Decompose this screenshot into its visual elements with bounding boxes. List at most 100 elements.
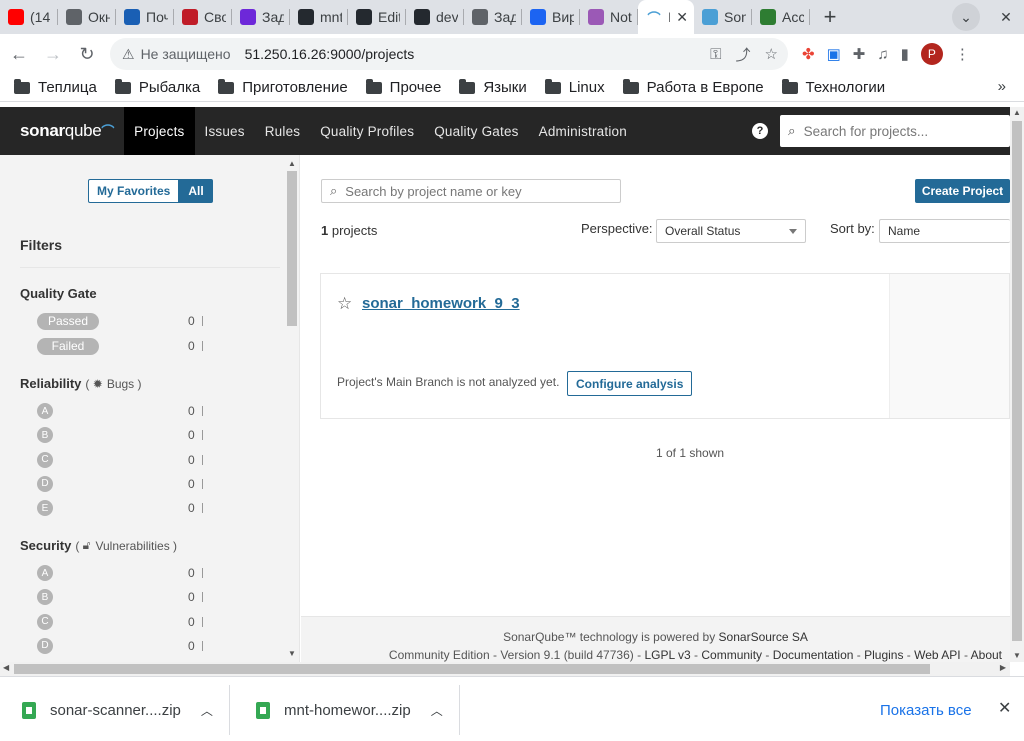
bookmark-label: Технологии xyxy=(805,79,886,96)
profile-avatar[interactable]: P xyxy=(920,43,943,65)
nav-item-administration[interactable]: Administration xyxy=(529,107,637,155)
footer-link[interactable]: Plugins xyxy=(864,648,903,662)
nav-item-issues[interactable]: Issues xyxy=(195,107,255,155)
scroll-up-icon[interactable]: ▲ xyxy=(288,159,296,168)
configure-analysis-button[interactable]: Configure analysis xyxy=(567,371,693,396)
sort-select[interactable]: Name xyxy=(879,219,1010,243)
puzzle-icon[interactable]: ✚ xyxy=(853,45,866,63)
footer-link[interactable]: Documentation xyxy=(773,648,854,662)
page-horizontal-scrollbar[interactable]: ◀ ▶ xyxy=(0,662,1010,676)
address-bar[interactable]: ⚠ Не защищено 51.250.16.26:9000/projects… xyxy=(110,38,788,70)
browser-tab[interactable]: Почта xyxy=(116,0,174,34)
download-item[interactable]: mnt-homewor....zip ︿ xyxy=(236,685,460,735)
close-tab-icon[interactable]: ✕ xyxy=(676,9,688,26)
project-name-link[interactable]: sonar_homework_9_3 xyxy=(362,295,520,312)
window-close-button[interactable]: ✕ xyxy=(992,3,1020,31)
global-search-input[interactable]: ⌕ Search for projects... xyxy=(780,115,1010,147)
facet-option[interactable]: E0 xyxy=(20,498,210,518)
facet-option[interactable]: B0 xyxy=(20,425,210,445)
bookmark-folder[interactable]: Теплица xyxy=(14,78,97,96)
browser-tab[interactable]: Окно xyxy=(58,0,116,34)
facet-option[interactable]: A0 xyxy=(20,401,210,421)
show-all-downloads-button[interactable]: Показать все xyxy=(866,697,986,723)
all-projects-button[interactable]: All xyxy=(179,179,213,203)
footer-link[interactable]: About xyxy=(971,648,1002,662)
extension-color-icon[interactable]: ✤ xyxy=(802,45,815,63)
bookmark-folder[interactable]: Приготовление xyxy=(218,78,348,96)
facet-option[interactable]: B0 xyxy=(20,587,210,607)
forward-button[interactable]: → xyxy=(38,39,68,69)
sidebar-scrollbar[interactable]: ▲ ▼ xyxy=(286,159,298,659)
url-text[interactable]: 51.250.16.26:9000/projects xyxy=(245,46,415,62)
bookmark-star-icon[interactable]: ☆ xyxy=(765,45,778,63)
sidebar-icon[interactable]: ▮ xyxy=(901,45,909,63)
scroll-down-icon[interactable]: ▼ xyxy=(1013,651,1021,660)
bookmarks-overflow-icon[interactable]: » xyxy=(998,78,1006,95)
create-project-button[interactable]: Create Project xyxy=(915,179,1010,203)
new-tab-button[interactable]: + xyxy=(816,3,844,31)
back-button[interactable]: ← xyxy=(4,39,34,69)
footer-link[interactable]: LGPL v3 xyxy=(644,648,690,662)
sonarqube-logo[interactable]: sonarqube⌒ xyxy=(20,121,114,141)
scroll-down-icon[interactable]: ▼ xyxy=(288,649,296,658)
favorite-star-icon[interactable]: ☆ xyxy=(337,294,352,314)
facet-bar xyxy=(202,503,203,514)
zoom-extension-icon[interactable]: ▣ xyxy=(827,45,841,63)
scroll-left-icon[interactable]: ◀ xyxy=(3,663,9,672)
key-icon[interactable]: ⚿ xyxy=(710,46,721,63)
download-item[interactable]: sonar-scanner....zip ︿ xyxy=(0,685,230,735)
menu-dots-icon[interactable]: ⋮ xyxy=(955,45,970,63)
footer-link[interactable]: Web API xyxy=(914,648,960,662)
browser-tab[interactable]: dev xyxy=(406,0,464,34)
facet-bar xyxy=(202,478,203,489)
tab-search-button[interactable]: ⌄ xyxy=(952,3,980,31)
browser-tab[interactable]: Задачи xyxy=(464,0,522,34)
sidebar-scroll-thumb[interactable] xyxy=(287,171,297,326)
share-icon[interactable]: ⤴ xyxy=(736,44,751,65)
sonarsource-link[interactable]: SonarSource SA xyxy=(719,630,808,644)
browser-tab[interactable]: Задачи xyxy=(232,0,290,34)
scroll-right-icon[interactable]: ▶ xyxy=(1000,663,1006,672)
footer-link[interactable]: Community xyxy=(701,648,762,662)
browser-tab[interactable]: Виртуальные xyxy=(522,0,580,34)
browser-tab[interactable]: (14 xyxy=(0,0,58,34)
browser-tab[interactable]: Edit xyxy=(348,0,406,34)
browser-tab[interactable]: mnt xyxy=(290,0,348,34)
facet-option[interactable]: D0 xyxy=(20,474,210,494)
facet-option[interactable]: C0 xyxy=(20,612,210,632)
browser-tab[interactable]: Acc xyxy=(752,0,810,34)
bookmark-folder[interactable]: Работа в Европе xyxy=(622,78,764,96)
browser-tab[interactable]: Son xyxy=(694,0,752,34)
tab-active[interactable]: ⌒ I ✕ xyxy=(638,0,694,34)
nav-item-quality-profiles[interactable]: Quality Profiles xyxy=(310,107,424,155)
bookmark-folder[interactable]: Языки xyxy=(459,78,527,96)
tab-title: dev xyxy=(436,9,458,25)
perspective-select[interactable]: Overall Status xyxy=(656,219,806,243)
reload-button[interactable]: ↻ xyxy=(72,39,102,69)
project-search-input[interactable]: ⌕ Search by project name or key xyxy=(321,179,621,203)
vertical-scroll-thumb[interactable] xyxy=(1012,121,1022,641)
page-vertical-scrollbar[interactable]: ▲ ▼ xyxy=(1010,107,1024,662)
facet-option[interactable]: C0 xyxy=(20,450,210,470)
scroll-up-icon[interactable]: ▲ xyxy=(1013,108,1021,117)
chevron-up-icon[interactable]: ︿ xyxy=(201,702,213,719)
facet-option[interactable]: A0 xyxy=(20,563,210,583)
nav-item-quality-gates[interactable]: Quality Gates xyxy=(424,107,528,155)
help-icon[interactable]: ? xyxy=(752,123,768,139)
bookmark-folder[interactable]: Прочее xyxy=(365,78,441,96)
facet-option[interactable]: Failed 0 xyxy=(20,336,210,356)
bookmark-folder[interactable]: Рыбалка xyxy=(114,78,200,96)
my-favorites-button[interactable]: My Favorites xyxy=(88,179,180,203)
nav-item-projects[interactable]: Projects xyxy=(124,107,195,155)
browser-tab[interactable]: Not xyxy=(580,0,638,34)
media-icon[interactable]: ♫ xyxy=(877,46,888,63)
bookmark-folder[interactable]: Linux xyxy=(544,78,605,96)
nav-item-rules[interactable]: Rules xyxy=(255,107,311,155)
horizontal-scroll-thumb[interactable] xyxy=(14,664,930,674)
chevron-up-icon[interactable]: ︿ xyxy=(431,702,443,719)
close-downloads-icon[interactable]: ✕ xyxy=(998,698,1011,718)
facet-option[interactable]: Passed 0 xyxy=(20,311,210,331)
browser-tab[interactable]: Свод xyxy=(174,0,232,34)
facet-option[interactable]: D0 xyxy=(20,636,210,656)
bookmark-folder[interactable]: Технологии xyxy=(781,78,886,96)
